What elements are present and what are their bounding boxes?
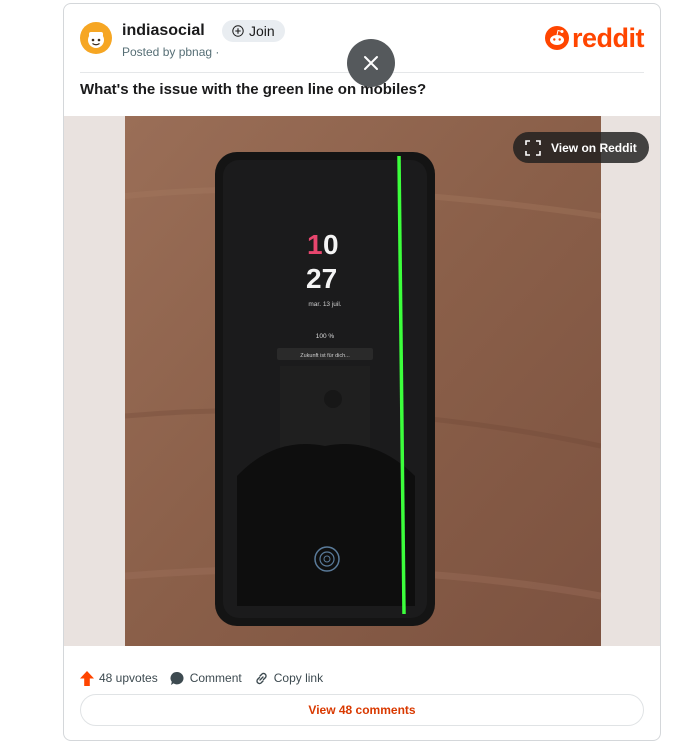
- comment-label: Comment: [189, 671, 242, 685]
- link-icon: [256, 672, 267, 684]
- copy-link-button[interactable]: Copy link: [254, 671, 323, 686]
- subreddit-avatar[interactable]: [80, 22, 112, 54]
- clock-minutes: 27: [306, 263, 337, 294]
- post-actions: 48 upvotes Comment Copy link: [80, 668, 335, 688]
- upvote-button[interactable]: 48 upvotes: [80, 670, 158, 686]
- expand-icon: [525, 139, 541, 156]
- reddit-logo[interactable]: reddit: [544, 23, 645, 53]
- close-button[interactable]: [347, 39, 395, 87]
- clock-hour-first-digit: 1: [307, 229, 323, 260]
- view-on-reddit-label: View on Reddit: [551, 140, 637, 155]
- screen-battery: 100 %: [316, 333, 335, 340]
- close-icon: [364, 56, 378, 70]
- join-button[interactable]: Join: [222, 20, 285, 42]
- upvote-count: 48 upvotes: [99, 671, 158, 685]
- reddit-embed-card: indiasocial Join Posted by pbnag · reddi…: [63, 3, 661, 741]
- view-comments-button[interactable]: View 48 comments: [80, 694, 644, 726]
- copy-link-label: Copy link: [273, 671, 324, 685]
- plus-circle-icon: [232, 25, 244, 37]
- comment-bubble-icon: [170, 671, 184, 685]
- view-on-reddit-button[interactable]: View on Reddit: [513, 132, 649, 163]
- screen-date: mar. 13 juil.: [308, 301, 341, 308]
- phone-photo: 1 0 27 mar. 13 juil. 100 % Zukunft ist f…: [125, 116, 601, 646]
- post-media[interactable]: 1 0 27 mar. 13 juil. 100 % Zukunft ist f…: [64, 116, 660, 646]
- reddit-snoo-icon: [544, 26, 569, 50]
- reddit-wordmark: reddit: [571, 23, 645, 53]
- posted-by: Posted by pbnag ·: [122, 45, 220, 59]
- screen-notice: Zukunft ist für dich...: [300, 353, 350, 359]
- join-label: Join: [249, 23, 275, 39]
- comment-button[interactable]: Comment: [170, 671, 242, 686]
- subreddit-name[interactable]: indiasocial: [122, 20, 205, 42]
- upvote-arrow-icon: [80, 670, 94, 686]
- clock-hour-second-digit: 0: [323, 229, 339, 260]
